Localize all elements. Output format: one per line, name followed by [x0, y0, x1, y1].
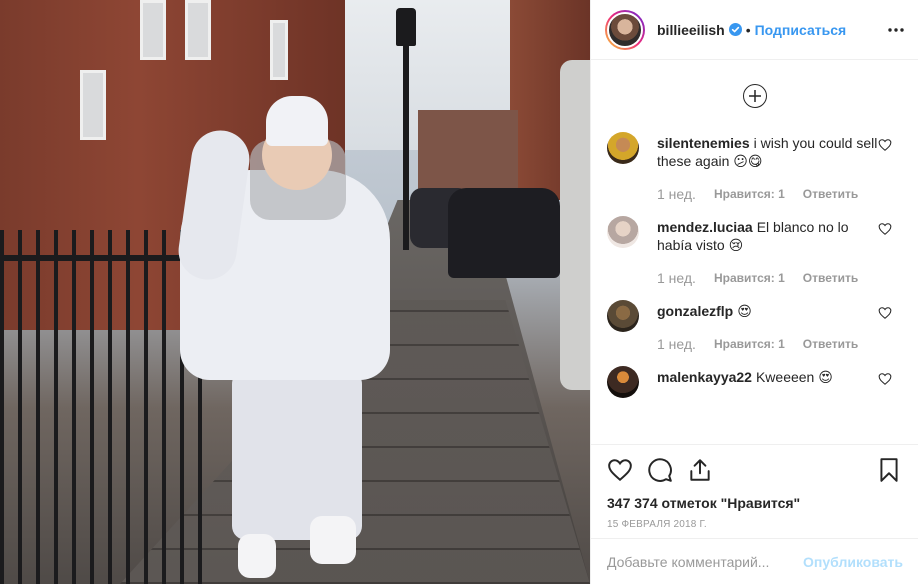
- comment-meta: 1 нед. Нравится: 1 Ответить: [657, 186, 878, 202]
- photo-car: [448, 188, 560, 278]
- comment-time[interactable]: 1 нед.: [657, 336, 696, 352]
- comment-avatar[interactable]: [607, 132, 639, 164]
- share-icon[interactable]: [687, 457, 713, 483]
- comment-item: gonzalezflp 😍 1 нед. Нравится: 1 Ответить: [591, 300, 918, 352]
- photo-shoe-left: [238, 534, 276, 578]
- post-header: billieeilish • Подписаться: [591, 0, 918, 60]
- comment-text: malenkayya22 Kweeeen 😍: [657, 368, 878, 386]
- photo-person-hat: [266, 96, 328, 146]
- comment-likes-button[interactable]: Нравится: 1: [714, 271, 785, 285]
- comment-time[interactable]: 1 нед.: [657, 270, 696, 286]
- comment-avatar[interactable]: [607, 366, 639, 398]
- publish-button[interactable]: Опубликовать: [803, 554, 903, 570]
- reply-button[interactable]: Ответить: [803, 271, 858, 285]
- follow-button[interactable]: Подписаться: [755, 22, 847, 38]
- photo-building-far: [418, 110, 518, 190]
- comments-list[interactable]: silentenemies i wish you could sell these…: [591, 60, 918, 444]
- reply-button[interactable]: Ответить: [803, 337, 858, 351]
- photo-lamp-pole: [403, 40, 409, 250]
- comment-text: gonzalezflp 😍: [657, 302, 878, 320]
- bookmark-icon[interactable]: [876, 457, 902, 483]
- comment-message: 😍: [737, 303, 752, 319]
- photo-lamp: [396, 8, 416, 46]
- load-more-comments: [591, 60, 918, 132]
- story-ring[interactable]: [605, 9, 645, 50]
- comment-text: silentenemies i wish you could sell these…: [657, 134, 878, 170]
- header-separator: •: [745, 21, 751, 38]
- reply-button[interactable]: Ответить: [803, 187, 858, 201]
- instagram-post: billieeilish • Подписаться silentenemies…: [0, 0, 918, 584]
- comment-avatar[interactable]: [607, 216, 639, 248]
- comment-likes-button[interactable]: Нравится: 1: [714, 187, 785, 201]
- add-comment-bar: Опубликовать: [591, 538, 918, 584]
- comment-input[interactable]: [607, 553, 804, 570]
- post-photo[interactable]: [0, 0, 590, 584]
- comment-avatar[interactable]: [607, 300, 639, 332]
- verified-badge-icon: [728, 23, 742, 36]
- comment-meta: 1 нед. Нравится: 1 Ответить: [657, 336, 878, 352]
- post-date[interactable]: 15 февраля 2018 г.: [607, 519, 902, 530]
- heart-icon[interactable]: [607, 457, 633, 483]
- comment-time[interactable]: 1 нед.: [657, 186, 696, 202]
- comment-username[interactable]: mendez.luciaa: [657, 219, 753, 235]
- comment-item: mendez.luciaa El blanco no lo había visto…: [591, 216, 918, 286]
- comment-username[interactable]: malenkayya22: [657, 369, 752, 385]
- comment-text: mendez.luciaa El blanco no lo había visto…: [657, 218, 878, 254]
- comment-item: malenkayya22 Kweeeen 😍: [591, 366, 918, 398]
- comment-likes-button[interactable]: Нравится: 1: [714, 337, 785, 351]
- comment-message: Kweeeen 😍: [755, 369, 833, 385]
- comment-like-heart-icon[interactable]: [878, 138, 892, 152]
- comment-icon[interactable]: [647, 457, 673, 483]
- avatar: [607, 11, 643, 48]
- post-side-panel: billieeilish • Подписаться silentenemies…: [590, 0, 918, 584]
- comment-like-heart-icon[interactable]: [878, 222, 892, 236]
- photo-shoe-right: [310, 516, 356, 564]
- comment-like-heart-icon[interactable]: [878, 306, 892, 320]
- comment-item: silentenemies i wish you could sell these…: [591, 132, 918, 202]
- author-username[interactable]: billieeilish: [657, 22, 725, 38]
- comment-username[interactable]: silentenemies: [657, 135, 750, 151]
- action-icons: [607, 455, 902, 485]
- photo-van: [560, 60, 590, 390]
- load-more-comments-icon[interactable]: [742, 84, 767, 108]
- likes-count[interactable]: 347 374 отметок "Нравится": [607, 495, 902, 511]
- comment-meta: 1 нед. Нравится: 1 Ответить: [657, 270, 878, 286]
- comment-like-heart-icon[interactable]: [878, 372, 892, 386]
- more-options-icon[interactable]: [886, 20, 906, 40]
- comment-username[interactable]: gonzalezflp: [657, 303, 733, 319]
- photo-person-legs: [232, 370, 362, 540]
